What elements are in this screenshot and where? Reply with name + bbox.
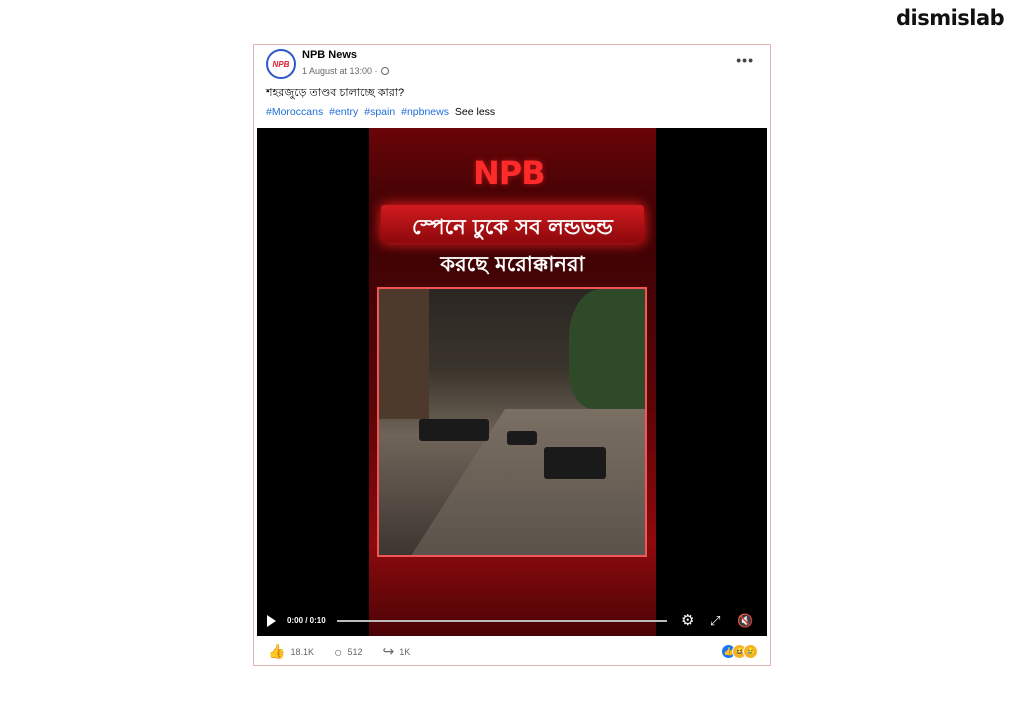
video-headline-line1: স্পেনে ঢুকে সব লন্ডভন্ড	[412, 215, 613, 239]
overturned-bin	[507, 431, 537, 445]
brand-logo: dismislab	[896, 6, 1005, 30]
npb-logo: NPB	[473, 154, 546, 192]
page-avatar[interactable]: NPB	[266, 49, 296, 79]
hashtag-link[interactable]: #npbnews	[401, 106, 449, 118]
thumbs-up-icon: 👍	[268, 643, 286, 659]
more-options-button[interactable]: •••	[736, 52, 754, 68]
post-caption: শহরজুড়ে তাণ্ডব চালাচ্ছে কারা?	[266, 87, 405, 99]
video-frame: NPB স্পেনে ঢুকে সব লন্ডভন্ড করছে মরোক্কা…	[369, 128, 656, 636]
settings-icon[interactable]: ⚙	[681, 613, 694, 628]
comment-count: 512	[347, 646, 363, 657]
post-meta: 1 August at 13:00 ·	[302, 66, 389, 76]
see-less-link[interactable]: See less	[455, 106, 495, 118]
hashtag-link[interactable]: #Moroccans	[266, 106, 323, 118]
timestamp[interactable]: 1 August at 13:00 ·	[302, 66, 378, 76]
globe-icon	[380, 67, 389, 75]
comment-icon: ○	[333, 643, 343, 660]
mute-icon[interactable]: 🔇	[737, 613, 753, 628]
video-player[interactable]: NPB স্পেনে ঢুকে সব লন্ডভন্ড করছে মরোক্কা…	[257, 128, 767, 636]
overturned-bin	[419, 419, 489, 441]
video-headline-line2: করছে মরোক্কানরা	[440, 252, 585, 276]
avatar-text: NPB	[272, 59, 290, 69]
hashtag-link[interactable]: #entry	[329, 106, 358, 118]
progress-bar[interactable]	[337, 620, 667, 622]
hashtags: #Moroccans #entry #spain #npbnews See le…	[266, 106, 495, 118]
hashtag-link[interactable]: #spain	[364, 106, 395, 118]
like-button[interactable]: 👍 18.1K	[268, 643, 314, 660]
action-bar: 👍 18.1K ○ 512 ↪ 1K	[268, 643, 430, 660]
page-name[interactable]: NPB News	[302, 49, 357, 61]
video-controls: 0:00 / 0:10 ⚙ ⤢ 🔇	[257, 606, 767, 636]
share-icon: ↪	[382, 643, 395, 659]
overturned-bin	[544, 447, 606, 479]
reactions-summary[interactable]: 👍 😆 😢	[721, 644, 758, 659]
like-count: 18.1K	[290, 646, 314, 657]
video-time: 0:00 / 0:10	[287, 616, 326, 625]
share-button[interactable]: ↪ 1K	[382, 643, 410, 660]
trees-shape	[569, 289, 645, 409]
comment-button[interactable]: ○ 512	[334, 644, 363, 660]
share-count: 1K	[399, 646, 411, 657]
fullscreen-icon[interactable]: ⤢	[710, 613, 720, 628]
sad-reaction-icon: 😢	[743, 644, 758, 659]
street-footage	[377, 287, 647, 557]
play-icon[interactable]	[267, 615, 276, 627]
building-shape	[379, 289, 429, 419]
facebook-post: NPB NPB News 1 August at 13:00 · ••• শহর…	[253, 44, 771, 666]
